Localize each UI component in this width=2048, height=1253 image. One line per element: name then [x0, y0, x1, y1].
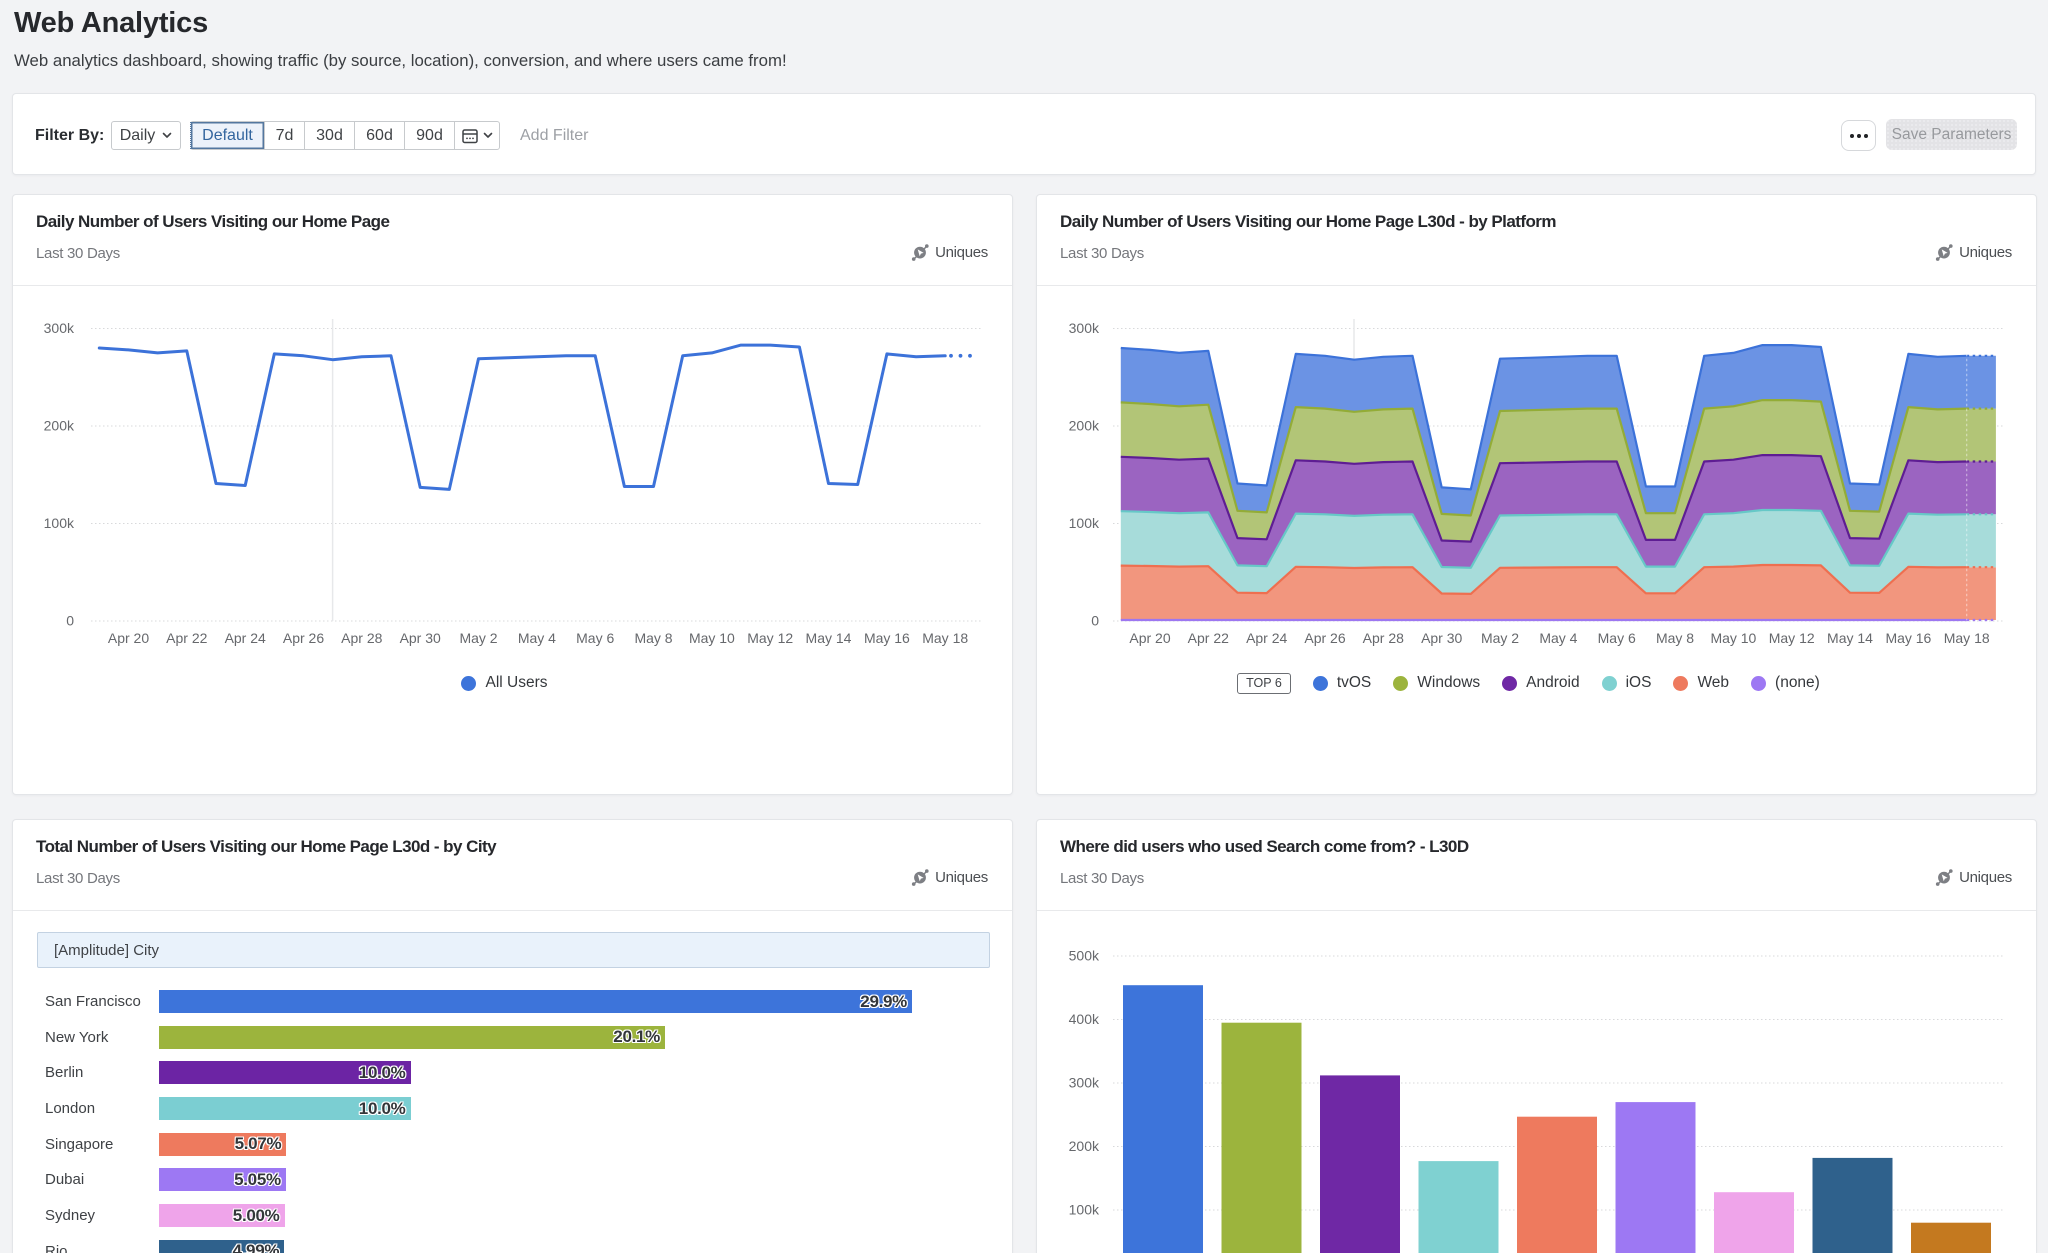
svg-text:May 10: May 10	[1710, 630, 1756, 646]
svg-text:Apr 22: Apr 22	[166, 630, 207, 646]
svg-text:Apr 20: Apr 20	[108, 630, 149, 646]
svg-text:Apr 26: Apr 26	[1304, 630, 1345, 646]
svg-text:May 12: May 12	[1769, 630, 1815, 646]
svg-text:Apr 30: Apr 30	[400, 630, 441, 646]
svg-text:May 2: May 2	[1481, 630, 1519, 646]
svg-text:500k: 500k	[1069, 948, 1100, 964]
svg-text:0: 0	[66, 613, 74, 629]
svg-text:Apr 26: Apr 26	[283, 630, 324, 646]
svg-text:Apr 28: Apr 28	[1363, 630, 1404, 646]
svg-text:Apr 20: Apr 20	[1129, 630, 1170, 646]
svg-text:May 14: May 14	[1827, 630, 1873, 646]
svg-text:200k: 200k	[1069, 418, 1100, 434]
svg-text:Apr 30: Apr 30	[1421, 630, 1462, 646]
svg-text:Apr 24: Apr 24	[1246, 630, 1287, 646]
svg-text:300k: 300k	[44, 320, 75, 336]
svg-text:Apr 22: Apr 22	[1188, 630, 1229, 646]
svg-text:300k: 300k	[1069, 320, 1100, 336]
svg-text:May 6: May 6	[576, 630, 614, 646]
svg-text:300k: 300k	[1069, 1075, 1100, 1091]
svg-text:100k: 100k	[1069, 1202, 1100, 1218]
svg-text:May 12: May 12	[747, 630, 793, 646]
svg-text:0: 0	[1091, 613, 1099, 629]
svg-text:400k: 400k	[1069, 1011, 1100, 1027]
svg-text:200k: 200k	[1069, 1138, 1100, 1154]
svg-text:Apr 28: Apr 28	[341, 630, 382, 646]
svg-text:May 8: May 8	[1656, 630, 1694, 646]
svg-text:100k: 100k	[44, 515, 75, 531]
svg-text:May 2: May 2	[459, 630, 497, 646]
svg-text:May 4: May 4	[518, 630, 556, 646]
svg-text:200k: 200k	[44, 418, 75, 434]
svg-text:May 18: May 18	[1944, 630, 1990, 646]
svg-text:Apr 24: Apr 24	[225, 630, 266, 646]
svg-text:May 16: May 16	[1885, 630, 1931, 646]
svg-text:May 4: May 4	[1539, 630, 1577, 646]
svg-text:May 14: May 14	[806, 630, 852, 646]
svg-text:May 6: May 6	[1598, 630, 1636, 646]
svg-text:May 8: May 8	[634, 630, 672, 646]
svg-text:May 18: May 18	[922, 630, 968, 646]
svg-text:May 16: May 16	[864, 630, 910, 646]
svg-text:May 10: May 10	[689, 630, 735, 646]
svg-text:100k: 100k	[1069, 515, 1100, 531]
